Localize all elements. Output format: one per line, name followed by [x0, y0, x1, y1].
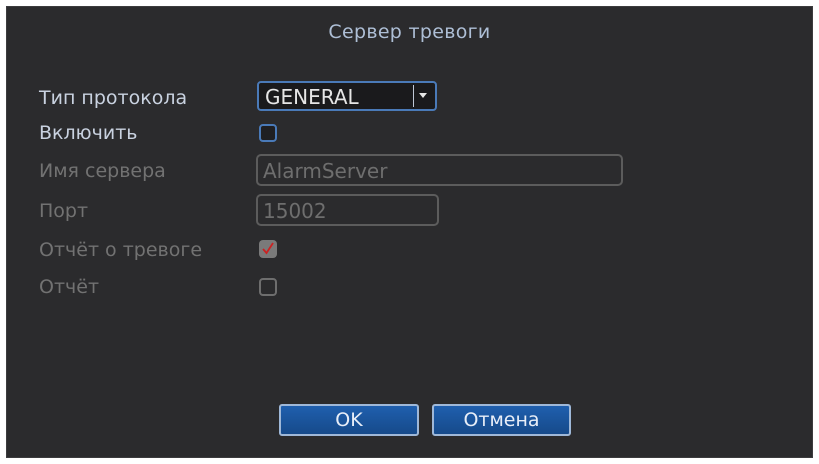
alarm-server-dialog: Сервер тревоги Тип протокола GENERAL Вкл…	[6, 6, 813, 458]
cancel-button[interactable]: Отмена	[432, 404, 571, 436]
alarm-report-checkbox[interactable]	[259, 240, 277, 258]
protocol-type-value: GENERAL	[265, 85, 359, 109]
port-label: Порт	[39, 200, 89, 222]
dialog-title: Сервер тревоги	[328, 21, 491, 43]
ok-button[interactable]: OK	[279, 404, 419, 436]
port-field[interactable]: 15002	[256, 194, 439, 226]
port-value: 15002	[263, 199, 327, 223]
server-name-value: AlarmServer	[263, 159, 388, 183]
enable-label: Включить	[39, 122, 138, 144]
server-name-label: Имя сервера	[39, 160, 166, 182]
enable-checkbox[interactable]	[259, 124, 277, 142]
protocol-type-select[interactable]: GENERAL	[257, 81, 437, 111]
report-checkbox[interactable]	[259, 278, 277, 296]
server-name-field[interactable]: AlarmServer	[256, 154, 623, 186]
report-label: Отчёт	[39, 276, 100, 298]
alarm-report-label: Отчёт о тревоге	[39, 239, 203, 261]
checkmark-icon	[262, 242, 274, 255]
chevron-down-icon[interactable]	[413, 85, 433, 107]
protocol-type-label: Тип протокола	[39, 87, 188, 109]
